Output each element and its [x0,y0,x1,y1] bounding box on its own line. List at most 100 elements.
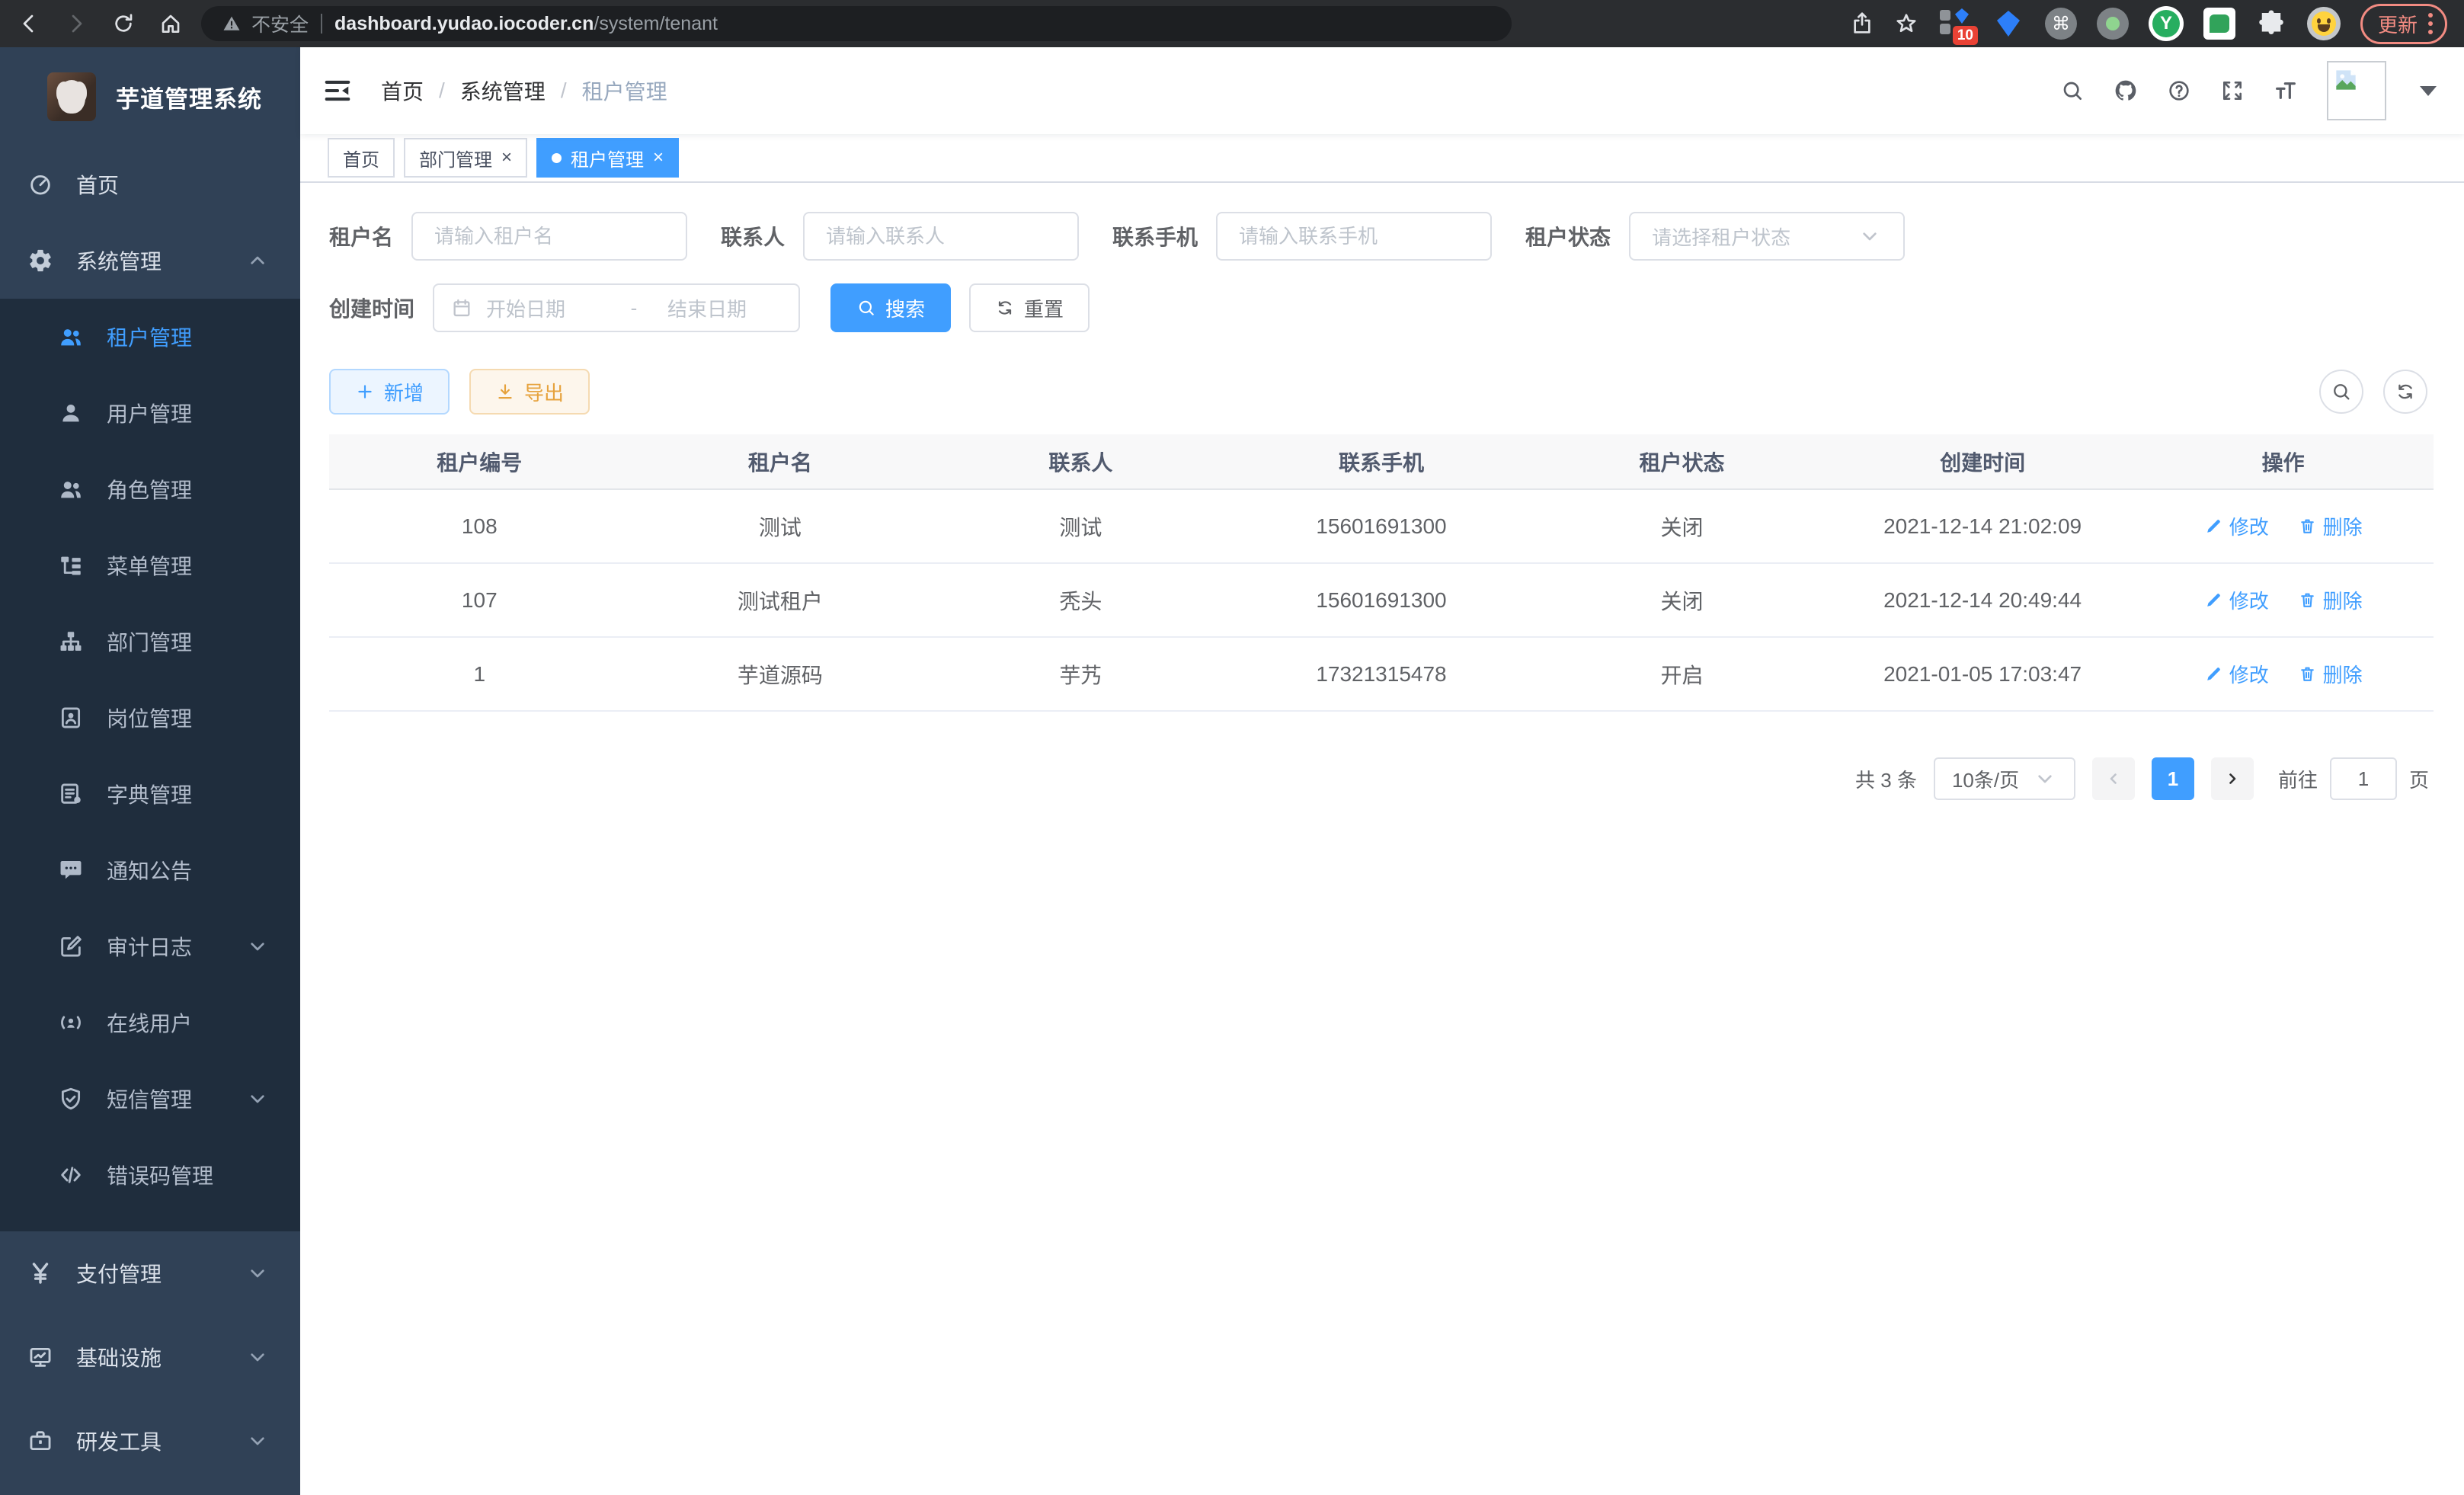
tab-home[interactable]: 首页 [328,138,395,178]
sidebar-item-dept[interactable]: 部门管理 [0,603,300,680]
fullscreen-icon[interactable] [2220,78,2245,103]
breadcrumb-system[interactable]: 系统管理 [460,75,546,106]
sidebar-item-home[interactable]: 首页 [0,146,300,222]
delete-label: 删除 [2323,586,2363,614]
extension-badge-icon[interactable]: 10 [1938,7,1972,40]
phone-input[interactable] [1239,225,1469,248]
y-logo-extension-icon[interactable]: Y [2149,6,2184,41]
command-extension-icon[interactable]: ⌘ [2045,8,2077,40]
sidebar-item-dev-tools[interactable]: 研发工具 [0,1399,300,1483]
edit-label: 修改 [2229,586,2269,614]
tab-dept-manage[interactable]: 部门管理 × [404,138,527,178]
sidebar-item-error-code[interactable]: 错误码管理 [0,1137,300,1213]
col-tenant-name: 租户名 [630,434,931,489]
edit-link[interactable]: 修改 [2204,586,2269,614]
security-label: 不安全 [251,10,309,37]
close-icon[interactable]: × [501,147,512,168]
sidebar-collapse-button[interactable] [300,47,375,134]
puzzle-extensions-icon[interactable] [2255,8,2287,40]
tab-label: 部门管理 [419,145,492,171]
delete-link[interactable]: 删除 [2298,512,2363,540]
show-search-toggle-button[interactable] [2319,370,2363,414]
chat-extension-icon[interactable] [2203,8,2235,40]
edit-link[interactable]: 修改 [2204,512,2269,540]
sidebar-item-infra[interactable]: 基础设施 [0,1315,300,1399]
edit-link[interactable]: 修改 [2204,660,2269,688]
status-label: 租户状态 [1525,221,1611,251]
sidebar-logo[interactable]: 芋道管理系统 [0,47,300,146]
page-number-button[interactable]: 1 [2152,757,2194,800]
delete-link[interactable]: 删除 [2298,586,2363,614]
share-icon[interactable] [1850,11,1874,36]
avatar-caret-down-icon[interactable] [2420,86,2437,96]
home-icon[interactable] [158,11,183,36]
page-size-select[interactable]: 10条/页 [1934,757,2075,800]
search-button-label: 搜索 [885,294,925,322]
sidebar-item-role[interactable]: 角色管理 [0,451,300,527]
emoji-profile-icon[interactable] [2307,7,2341,40]
tenant-name-input[interactable] [434,225,664,248]
sidebar-item-user[interactable]: 用户管理 [0,375,300,451]
cell-tenant-name: 测试租户 [630,563,931,637]
create-time-range-picker[interactable]: 开始日期 - 结束日期 [433,283,800,332]
sidebar-item-label: 首页 [76,169,119,200]
cell-tenant-name: 测试 [630,489,931,563]
search-button[interactable]: 搜索 [830,283,951,332]
cell-tenant-id: 107 [329,563,630,637]
code-icon [58,1162,84,1188]
status-select[interactable]: 请选择租户状态 [1629,212,1905,261]
badge-icon [58,705,84,731]
delete-link[interactable]: 删除 [2298,660,2363,688]
refresh-table-button[interactable] [2383,370,2427,414]
reset-button[interactable]: 重置 [969,283,1090,332]
sidebar-item-pay[interactable]: 支付管理 [0,1231,300,1315]
add-button[interactable]: 新增 [329,369,450,415]
kebab-menu-icon [2428,13,2433,34]
trash-icon [2298,591,2317,610]
browser-update-menu[interactable]: 更新 [2360,4,2447,44]
close-icon[interactable]: × [653,147,664,168]
security-chip[interactable]: 不安全 [221,10,309,37]
bookmark-star-icon[interactable] [1894,11,1918,36]
back-icon[interactable] [17,11,41,36]
sidebar-item-system[interactable]: 系统管理 [0,222,300,299]
export-button[interactable]: 导出 [469,369,590,415]
sidebar-item-post[interactable]: 岗位管理 [0,680,300,756]
dict-icon [58,781,84,807]
emoji-face [2312,11,2336,36]
sidebar-item-tenant[interactable]: 租户管理 [0,299,300,375]
page-size-value: 10条/页 [1952,765,2019,793]
avatar[interactable] [2327,61,2386,120]
y-letter: Y [2152,10,2180,37]
goto-page-input[interactable] [2330,757,2397,800]
help-icon[interactable] [2167,78,2191,103]
reload-icon[interactable] [111,11,136,36]
sidebar-item-label: 短信管理 [107,1084,192,1114]
contact-input[interactable] [826,225,1056,248]
search-icon[interactable] [2060,78,2085,103]
pencil-icon [2204,591,2223,610]
cell-created: 2021-12-14 21:02:09 [1832,489,2133,563]
next-page-button[interactable] [2211,757,2254,800]
sidebar-item-notice[interactable]: 通知公告 [0,832,300,908]
sidebar-item-dict[interactable]: 字典管理 [0,756,300,832]
dot-extension-icon[interactable] [2097,8,2129,40]
kite-extension-icon[interactable] [1992,7,2025,40]
font-size-icon[interactable] [2274,78,2298,103]
table-row: 108 测试 测试 15601691300 关闭 2021-12-14 21:0… [329,489,2434,563]
github-icon[interactable] [2114,78,2138,103]
sidebar-item-online-user[interactable]: 在线用户 [0,984,300,1061]
tab-tenant-manage[interactable]: 租户管理 × [536,138,679,178]
logo-avatar [47,72,96,121]
prev-page-button[interactable] [2092,757,2135,800]
sidebar-item-label: 岗位管理 [107,703,192,733]
forward-icon[interactable] [64,11,88,36]
gear-icon [27,248,53,274]
sidebar-item-menu[interactable]: 菜单管理 [0,527,300,603]
address-bar[interactable]: 不安全 dashboard.yudao.iocoder.cn/system/te… [201,6,1512,41]
breadcrumb-home[interactable]: 首页 [381,75,424,106]
sidebar-item-sms[interactable]: 短信管理 [0,1061,300,1137]
screen: 不安全 dashboard.yudao.iocoder.cn/system/te… [0,0,2464,1495]
sidebar-item-audit-log[interactable]: 审计日志 [0,908,300,984]
filter-row-2: 创建时间 开始日期 - 结束日期 搜索 重置 [329,283,2434,332]
